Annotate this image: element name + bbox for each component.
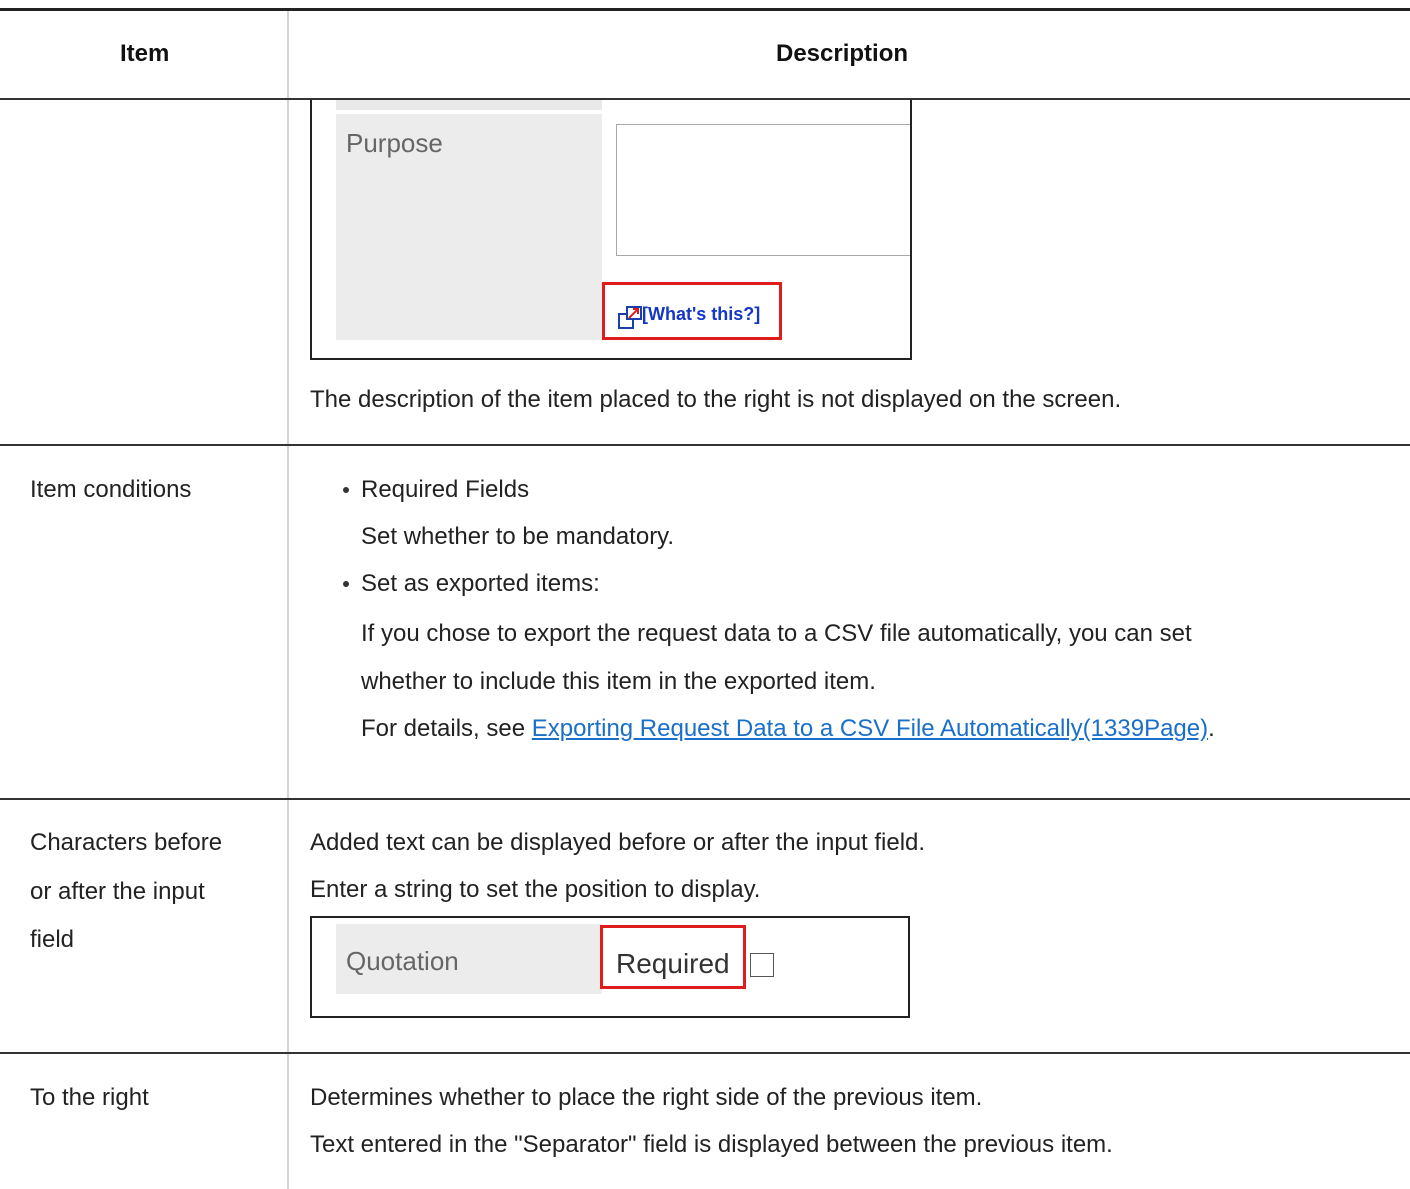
- screenshot-required-text: Required: [616, 948, 730, 979]
- bullet-dot: [343, 487, 349, 493]
- row1-bottom-rule: [0, 444, 1410, 446]
- quotation-screenshot: Quotation Required: [310, 916, 910, 1018]
- row4-description-line-1: Determines whether to place the right si…: [310, 1084, 983, 1111]
- row3-item-line-3: field: [30, 926, 75, 953]
- bullet-required-fields: Required Fields: [361, 476, 530, 503]
- column-divider: [287, 11, 289, 1189]
- row4-item: To the right: [30, 1084, 149, 1111]
- details-line: For details, see Exporting Request Data …: [361, 715, 1215, 743]
- screenshot-quotation-label: Quotation: [346, 946, 459, 976]
- bullet-dot: [343, 581, 349, 587]
- row3-item-line-1: Characters before: [30, 829, 223, 856]
- purpose-screenshot: Purpose [What's this?]: [310, 100, 912, 360]
- bullet-exported-items-desc-2: whether to include this item in the expo…: [361, 668, 876, 695]
- row2-bottom-rule: [0, 798, 1410, 800]
- details-prefix: For details, see: [361, 715, 532, 742]
- csv-export-link[interactable]: Exporting Request Data to a CSV File Aut…: [532, 715, 1208, 742]
- row2-item: Item conditions: [30, 476, 192, 503]
- bullet-required-fields-desc: Set whether to be mandatory.: [361, 523, 675, 550]
- screenshot-purpose-textarea: [616, 124, 910, 256]
- table-top-rule: [0, 8, 1410, 11]
- bullet-exported-items: Set as exported items:: [361, 570, 600, 597]
- row1-description: The description of the item placed to th…: [310, 386, 1122, 413]
- screenshot-purpose-label: Purpose: [346, 128, 443, 158]
- row3-bottom-rule: [0, 1052, 1410, 1054]
- header-item: Item: [120, 40, 170, 67]
- row3-description-line-2: Enter a string to set the position to di…: [310, 876, 761, 903]
- header-description: Description: [776, 40, 909, 67]
- whats-this-link: [What's this?]: [642, 304, 761, 324]
- row3-description-line-1: Added text can be displayed before or af…: [310, 829, 926, 856]
- bullet-exported-items-desc-1: If you chose to export the request data …: [361, 620, 1192, 647]
- row4-description-line-2: Text entered in the "Separator" field is…: [310, 1131, 1113, 1158]
- screenshot-strip: [336, 100, 602, 110]
- row3-item-line-2: or after the input: [30, 878, 205, 905]
- popup-window-icon: [618, 306, 642, 329]
- screenshot-checkbox: [750, 953, 774, 977]
- details-suffix: .: [1208, 715, 1215, 742]
